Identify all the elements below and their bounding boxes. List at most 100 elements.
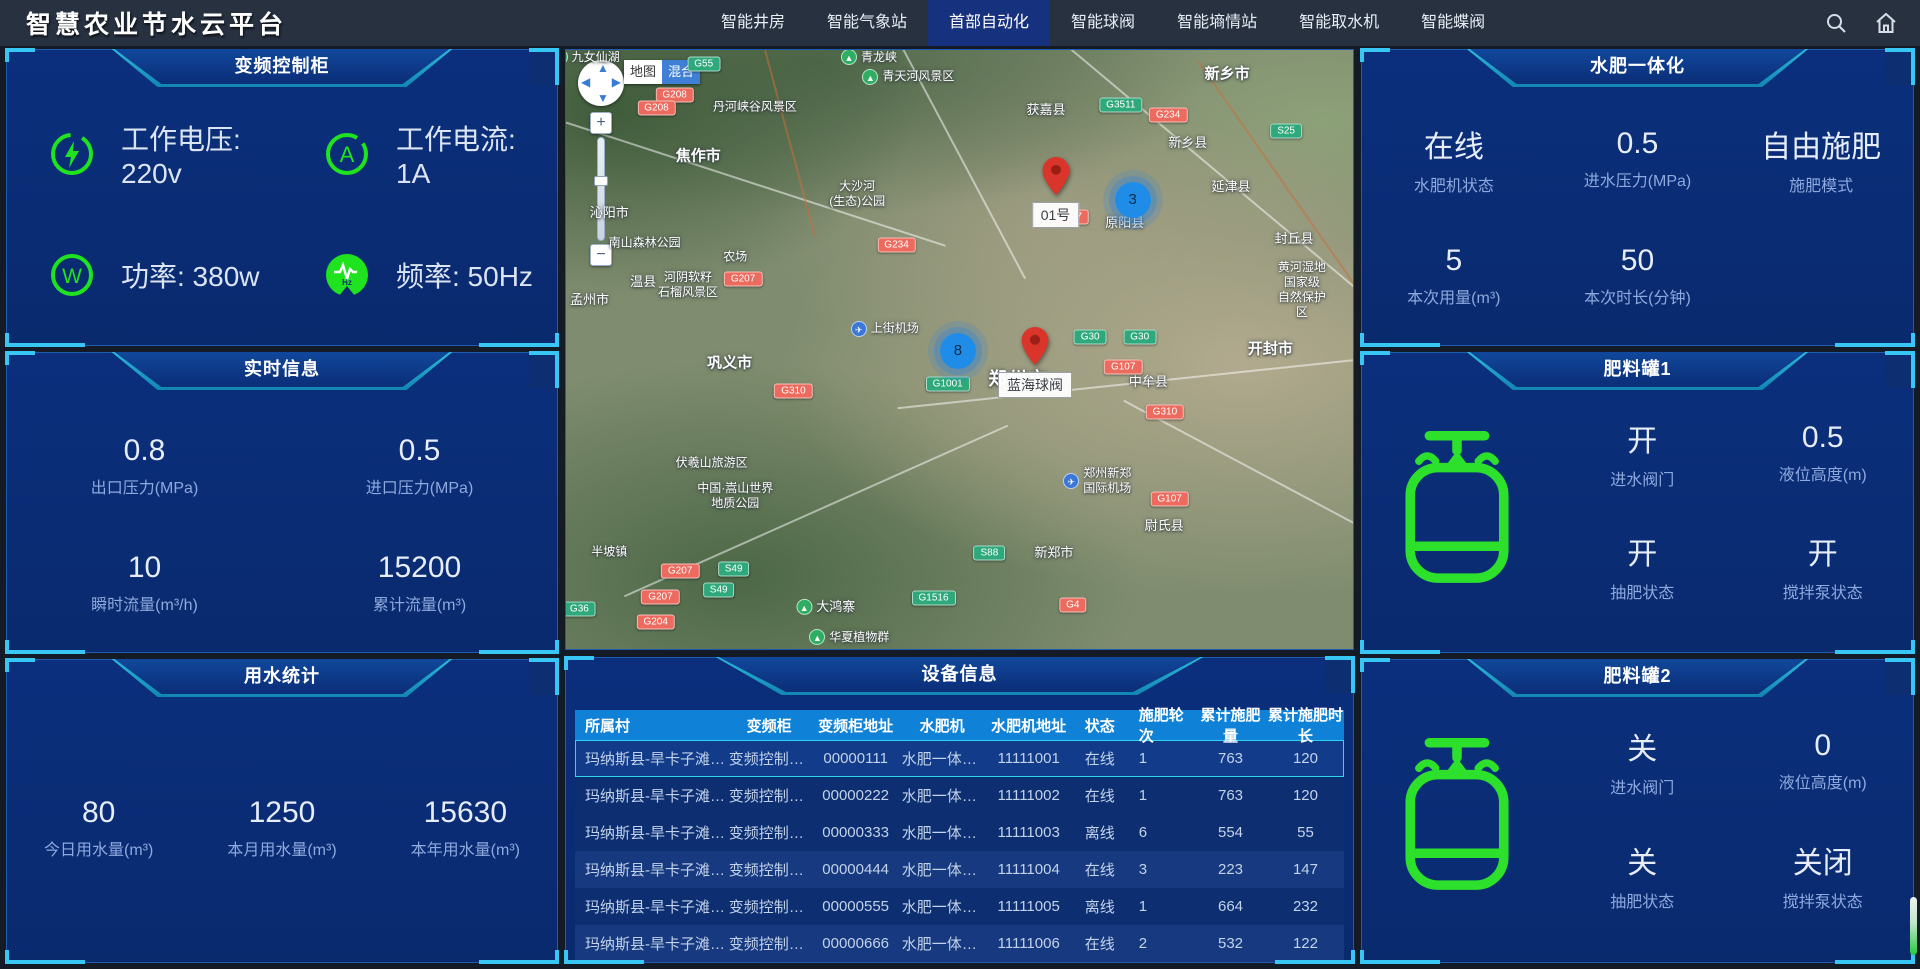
map-place-label: 开封市 bbox=[1248, 340, 1293, 359]
table-cell: 11111003 bbox=[983, 824, 1075, 841]
map-canvas[interactable]: ▲ ▼ ◀ ▶ + − 地图 混合 ▲九女仙湖▲青龙峡▲青天河风景区新乡市丹河峡… bbox=[565, 49, 1354, 650]
table-cell: 在线 bbox=[1075, 785, 1125, 806]
road-badge: G36 bbox=[565, 601, 596, 616]
road-badge: G55 bbox=[687, 56, 720, 71]
table-cell: 11111005 bbox=[983, 898, 1075, 915]
scenic-icon: ▲ bbox=[809, 629, 825, 645]
nav-menu: 智能井房智能气象站首部自动化智能球阀智能墒情站智能取水机智能蝶阀 bbox=[700, 0, 1506, 46]
table-cell: 1 bbox=[1125, 787, 1194, 804]
column-header: 施肥轮次 bbox=[1125, 704, 1194, 746]
map-place-label: 孟州市 bbox=[570, 292, 609, 308]
table-row[interactable]: 玛纳斯县-旱卡子滩乡-东岸...变频控制柜300000333水肥一体机31111… bbox=[575, 814, 1344, 851]
metric-power: W 功率: 380w bbox=[7, 215, 282, 336]
nav-item[interactable]: 智能球阀 bbox=[1050, 0, 1156, 46]
stat-inwater-pressure: 0.5进水压力(MPa) bbox=[1546, 100, 1730, 218]
panel-tank1: 肥料罐1 开进水阀门 0.5液位高度(m) 开抽肥状态 开搅拌泵状态 bbox=[1361, 352, 1914, 653]
table-row[interactable]: 玛纳斯县-旱卡子滩乡-东岸...变频控制柜500000555水肥一体机51111… bbox=[575, 888, 1344, 925]
nav-item[interactable]: 智能气象站 bbox=[806, 0, 928, 46]
table-cell: 1 bbox=[1125, 898, 1194, 915]
nav-item[interactable]: 智能墒情站 bbox=[1156, 0, 1278, 46]
road-badge: G107 bbox=[1150, 492, 1188, 507]
device-table: 所属村变频柜变频柜地址水肥机水肥机地址状态施肥轮次累计施肥量累计施肥时长 玛纳斯… bbox=[575, 710, 1344, 962]
svg-text:A: A bbox=[340, 142, 355, 167]
nav-item[interactable]: 智能井房 bbox=[700, 0, 806, 46]
panel-device-info: 设备信息 所属村变频柜变频柜地址水肥机水肥机地址状态施肥轮次累计施肥量累计施肥时… bbox=[565, 657, 1354, 963]
home-icon[interactable] bbox=[1874, 11, 1898, 35]
table-cell: 变频控制柜3 bbox=[729, 822, 810, 843]
device-cluster-marker[interactable]: 3 bbox=[1115, 182, 1151, 218]
stat-total-flow: 15200累计流量(m³) bbox=[282, 525, 557, 643]
table-cell: 00000444 bbox=[810, 861, 902, 878]
map-place-label: ▲青天河风景区 bbox=[862, 69, 954, 85]
map-place-label: 新郑市 bbox=[1034, 545, 1073, 561]
device-pin-marker[interactable] bbox=[1041, 157, 1071, 195]
table-cell: 水肥一体机4 bbox=[902, 859, 983, 880]
table-cell: 532 bbox=[1194, 935, 1267, 952]
table-cell: 11111002 bbox=[983, 787, 1075, 804]
column-header: 变频柜 bbox=[729, 715, 810, 736]
nav-item[interactable]: 智能取水机 bbox=[1278, 0, 1400, 46]
device-table-header-row: 所属村变频柜变频柜地址水肥机水肥机地址状态施肥轮次累计施肥量累计施肥时长 bbox=[575, 710, 1344, 740]
column-header: 水肥机地址 bbox=[983, 715, 1075, 736]
stat-today-usage: 80今日用水量(m³) bbox=[7, 796, 190, 860]
table-row[interactable]: 玛纳斯县-旱卡子滩乡-东岸...变频控制柜600000666水肥一体机61111… bbox=[575, 925, 1344, 962]
stat-instant-flow: 10瞬时流量(m³/h) bbox=[7, 525, 282, 643]
table-cell: 00000333 bbox=[810, 824, 902, 841]
road-badge: G207 bbox=[641, 590, 679, 605]
airport-icon: ✈ bbox=[851, 321, 867, 337]
map-pan-control[interactable]: ▲ ▼ ◀ ▶ bbox=[578, 60, 624, 106]
table-cell: 763 bbox=[1194, 750, 1267, 767]
table-row[interactable]: 玛纳斯县-旱卡子滩乡-东岸...变频控制柜400000444水肥一体机41111… bbox=[575, 851, 1344, 888]
table-cell: 6 bbox=[1125, 824, 1194, 841]
road-badge: G1001 bbox=[926, 376, 970, 391]
metric-current: A 工作电流: 1A bbox=[282, 94, 557, 215]
table-cell: 664 bbox=[1194, 898, 1267, 915]
panel-title: 用水统计 bbox=[112, 659, 453, 697]
page-scrollbar-thumb[interactable] bbox=[1910, 897, 1917, 955]
panel-fert-integration: 水肥一体化 在线水肥机状态 0.5进水压力(MPa) 自由施肥施肥模式 5本次用… bbox=[1361, 49, 1914, 346]
device-pin-marker[interactable] bbox=[1020, 327, 1050, 365]
metric-frequency: Hz 频率: 50Hz bbox=[282, 215, 557, 336]
table-cell: 147 bbox=[1267, 861, 1344, 878]
table-cell: 玛纳斯县-旱卡子滩乡-东岸... bbox=[575, 785, 729, 806]
table-cell: 11111001 bbox=[983, 750, 1075, 767]
panel-water-usage: 用水统计 80今日用水量(m³) 1250本月用水量(m³) 15630本年用水… bbox=[6, 659, 558, 963]
app-title: 智慧农业节水云平台 bbox=[0, 5, 287, 41]
scenic-icon: ▲ bbox=[796, 599, 812, 615]
map-place-label: 焦作市 bbox=[676, 147, 721, 166]
road-badge: G234 bbox=[1149, 107, 1187, 122]
map-type-map-button[interactable]: 地图 bbox=[624, 60, 662, 84]
zoom-in-button[interactable]: + bbox=[590, 112, 612, 134]
table-cell: 1 bbox=[1125, 750, 1194, 767]
scenic-icon: ▲ bbox=[862, 69, 878, 85]
map-place-label: ✈上街机场 bbox=[851, 321, 919, 337]
nav-item[interactable]: 首部自动化 bbox=[928, 0, 1050, 46]
stat-tank2-suction: 关抽肥状态 bbox=[1552, 818, 1733, 932]
table-cell: 在线 bbox=[1075, 859, 1125, 880]
stat-outlet-pressure: 0.8出口压力(MPa) bbox=[7, 407, 282, 525]
stat-fert-mode: 自由施肥施肥模式 bbox=[1729, 100, 1913, 218]
road-badge: G234 bbox=[877, 237, 915, 252]
scenic-icon: ▲ bbox=[565, 49, 568, 65]
road-badge: G207 bbox=[661, 564, 699, 579]
road-badge: G310 bbox=[1146, 404, 1184, 419]
road-badge: G30 bbox=[1074, 329, 1107, 344]
map-place-label: 获嘉县 bbox=[1027, 102, 1066, 118]
map-place-label: 中国·嵩山世界 地质公园 bbox=[697, 481, 773, 511]
table-cell: 变频控制柜1 bbox=[729, 748, 810, 769]
stat-tank1-stirpump: 开搅拌泵状态 bbox=[1733, 510, 1914, 623]
table-cell: 554 bbox=[1194, 824, 1267, 841]
table-cell: 00000555 bbox=[810, 898, 902, 915]
table-cell: 120 bbox=[1267, 750, 1344, 767]
device-cluster-marker[interactable]: 8 bbox=[940, 333, 976, 369]
zoom-slider[interactable] bbox=[597, 137, 605, 241]
nav-item[interactable]: 智能蝶阀 bbox=[1400, 0, 1506, 46]
search-icon[interactable] bbox=[1824, 11, 1848, 35]
table-cell: 在线 bbox=[1075, 748, 1125, 769]
panel-title: 设备信息 bbox=[716, 657, 1204, 695]
table-cell: 00000111 bbox=[810, 750, 902, 767]
map-place-label: ✈郑州新郑 国际机场 bbox=[1063, 466, 1131, 496]
table-row[interactable]: 玛纳斯县-旱卡子滩乡-东岸...变频控制柜200000222水肥一体机21111… bbox=[575, 777, 1344, 814]
map-place-label: 伏羲山旅游区 bbox=[676, 456, 748, 471]
map-place-label: ▲大鸿寨 bbox=[796, 599, 855, 615]
